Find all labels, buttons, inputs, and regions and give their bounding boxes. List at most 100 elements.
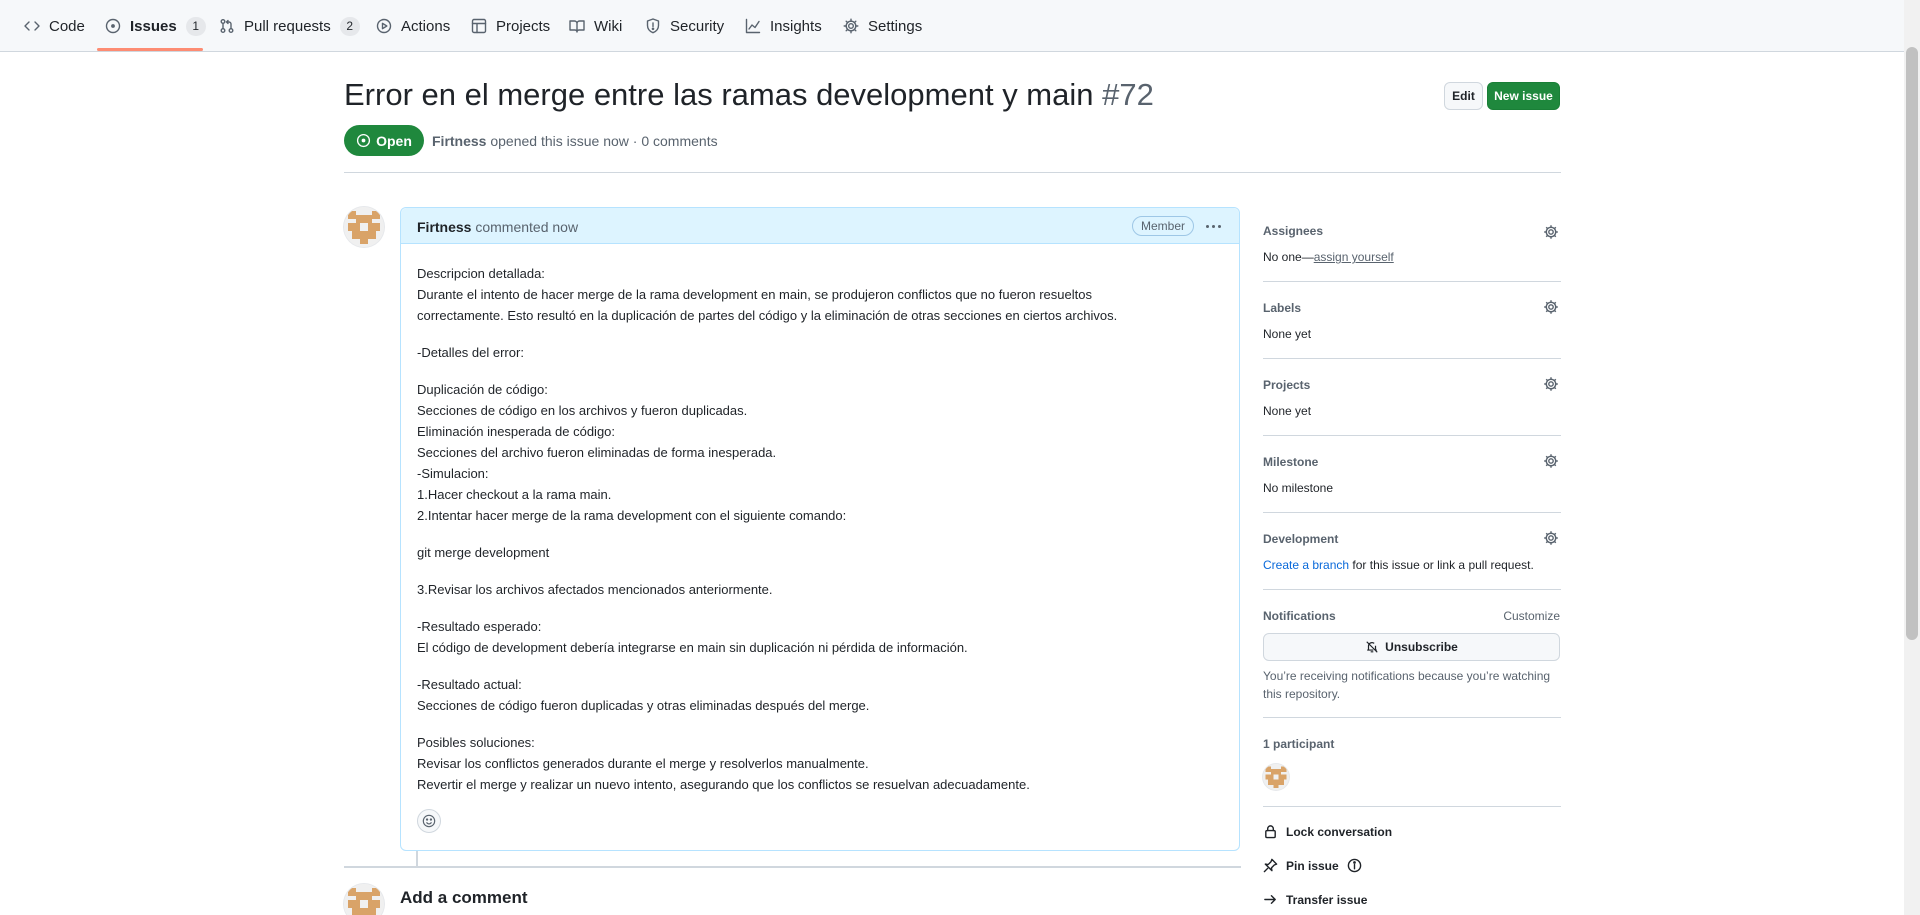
sidebar-divider <box>1263 512 1561 513</box>
issue-author-link[interactable]: Firtness <box>432 133 486 149</box>
git-pull-request-icon <box>219 18 235 34</box>
unsubscribe-button[interactable]: Unsubscribe <box>1263 633 1560 661</box>
assignees-section: Assignees No one—assign yourself <box>1263 224 1560 274</box>
comment-timestamp[interactable]: commented now <box>475 219 578 235</box>
projects-section: Projects None yet <box>1263 376 1560 428</box>
book-icon <box>569 18 585 34</box>
development-text: for this issue or link a pull request. <box>1349 558 1534 572</box>
tab-security[interactable]: Security <box>645 0 724 52</box>
development-section: Development Create a branch for this iss… <box>1263 530 1560 582</box>
play-icon <box>376 18 392 34</box>
comment-body-line: Secciones de código fueron duplicadas y … <box>417 698 870 713</box>
lock-conversation-button[interactable]: Lock conversation <box>1263 824 1392 839</box>
comment-body-line: 2.Intentar hacer merge de la rama develo… <box>417 508 847 523</box>
issue-state-label: Open <box>376 132 412 149</box>
graph-icon <box>745 18 761 34</box>
assign-yourself-link[interactable]: assign yourself <box>1314 250 1394 264</box>
tab-label: Insights <box>770 17 822 35</box>
comment-options-icon[interactable] <box>1203 217 1223 235</box>
add-comment-heading: Add a comment <box>400 888 528 907</box>
comment-body-line: Revertir el merge y realizar un nuevo in… <box>417 777 1030 792</box>
pin-issue-label: Pin issue <box>1286 858 1339 873</box>
comment-body-line: Revisar los conflictos generados durante… <box>417 756 869 771</box>
arrow-right-icon <box>1263 892 1278 907</box>
transfer-issue-button[interactable]: Transfer issue <box>1263 892 1367 907</box>
assignees-gear-icon[interactable] <box>1543 224 1559 240</box>
create-branch-link[interactable]: Create a branch <box>1263 558 1349 572</box>
labels-gear-icon[interactable] <box>1543 299 1559 315</box>
milestone-gear-icon[interactable] <box>1543 453 1559 469</box>
notifications-heading: Notifications <box>1263 609 1336 623</box>
comment-box: Firtness commented now Member Descripcio… <box>400 207 1240 851</box>
unsubscribe-label: Unsubscribe <box>1385 640 1458 654</box>
issue-meta: Firtness opened this issue now · 0 comme… <box>432 133 718 149</box>
tab-label: Issues <box>130 17 177 35</box>
tab-label: Security <box>670 17 725 35</box>
edit-button[interactable]: Edit <box>1444 82 1483 110</box>
avatar[interactable] <box>344 207 384 247</box>
development-gear-icon[interactable] <box>1543 530 1559 546</box>
comment-body-line: Eliminación inesperada de código: <box>417 424 616 439</box>
sidebar-divider <box>1263 717 1561 718</box>
projects-value: None yet <box>1263 404 1312 418</box>
pin-issue-button[interactable]: Pin issue <box>1263 858 1362 873</box>
new-issue-button[interactable]: New issue <box>1487 82 1560 110</box>
customize-notifications-link[interactable]: Customize <box>1503 609 1560 623</box>
tab-pull-requests[interactable]: Pull requests 2 <box>219 0 360 52</box>
tab-label: Projects <box>496 17 551 35</box>
comment-body-line: -Resultado esperado: <box>417 619 542 634</box>
comment-body-line: git merge development <box>417 545 550 560</box>
issue-title: Error en el merge entre las ramas develo… <box>344 77 1154 113</box>
table-icon <box>471 18 487 34</box>
tab-actions[interactable]: Actions <box>376 0 450 52</box>
issue-title-text: Error en el merge entre las ramas develo… <box>344 77 1094 112</box>
timeline-line <box>416 851 418 866</box>
timeline-divider <box>344 866 1241 868</box>
tab-projects[interactable]: Projects <box>471 0 550 52</box>
gear-icon <box>843 18 859 34</box>
tab-label: Pull requests <box>244 17 331 35</box>
comment-author-link[interactable]: Firtness <box>417 219 471 235</box>
code-icon <box>24 18 40 34</box>
issue-opened-icon <box>356 133 371 148</box>
add-reaction-button[interactable] <box>417 809 441 833</box>
smiley-icon <box>422 814 436 828</box>
comment-body-line: 1.Hacer checkout a la rama main. <box>417 487 612 502</box>
scrollbar-thumb[interactable] <box>1906 47 1918 640</box>
tab-code[interactable]: Code <box>24 0 85 52</box>
lock-conversation-label: Lock conversation <box>1286 824 1393 839</box>
milestone-heading: Milestone <box>1263 455 1319 469</box>
projects-gear-icon[interactable] <box>1543 376 1559 392</box>
shield-icon <box>645 18 661 34</box>
sidebar-divider <box>1263 435 1561 436</box>
info-icon[interactable] <box>1347 858 1362 873</box>
issue-meta-text: opened this issue now · 0 comments <box>490 133 718 149</box>
comment-body-line: Posibles soluciones: <box>417 735 535 750</box>
tab-insights[interactable]: Insights <box>745 0 822 52</box>
tab-settings[interactable]: Settings <box>843 0 922 52</box>
tab-label: Actions <box>401 17 451 35</box>
assignees-value: No one—assign yourself <box>1263 250 1394 264</box>
assignees-heading: Assignees <box>1263 224 1324 238</box>
comment-body: Descripcion detallada: Durante el intento… <box>417 263 1227 795</box>
notifications-reason-line: this repository. <box>1263 687 1341 701</box>
comment-body-line: Durante el intento de hacer merge de la … <box>417 287 1092 302</box>
comment-body-line: Secciones del archivo fueron eliminadas … <box>417 445 777 460</box>
participant-avatar[interactable] <box>1263 764 1289 790</box>
tab-issues[interactable]: Issues 1 <box>105 0 206 52</box>
issue-state-badge: Open <box>344 125 424 156</box>
comment-header: Firtness commented now Member <box>401 208 1239 244</box>
member-badge: Member <box>1132 216 1195 236</box>
lock-icon <box>1263 824 1278 839</box>
sidebar-divider <box>1263 806 1561 807</box>
milestone-value: No milestone <box>1263 481 1334 495</box>
tab-wiki[interactable]: Wiki <box>569 0 622 52</box>
repo-nav: Code Issues 1 Pull requests 2 Actions Pr… <box>0 0 1904 52</box>
comment-author-line: Firtness commented now <box>417 219 578 235</box>
labels-section: Labels None yet <box>1263 299 1560 351</box>
comment-body-line: Secciones de código en los archivos y fu… <box>417 403 748 418</box>
